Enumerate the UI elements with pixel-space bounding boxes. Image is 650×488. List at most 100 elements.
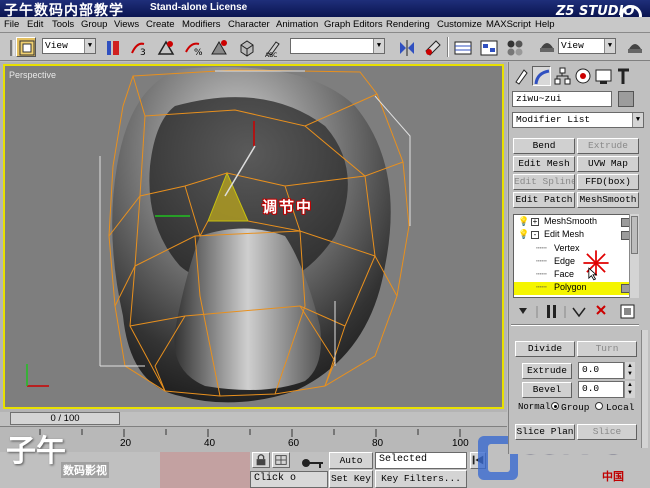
normal-group-radio[interactable] (551, 402, 559, 410)
layer-manager-icon[interactable] (452, 37, 472, 57)
spinner-snap-icon[interactable] (236, 37, 256, 57)
create-tab-icon[interactable] (512, 66, 531, 86)
mirror-icon[interactable] (396, 37, 416, 57)
menu-character[interactable]: Character (228, 19, 270, 30)
menu-create[interactable]: Create (146, 19, 175, 30)
stack-subobject-face[interactable]: ┄┄ Face (514, 269, 636, 282)
render-scene-icon[interactable] (536, 37, 556, 57)
bind-space-warp-icon[interactable]: % (182, 37, 203, 58)
selection-filter-combo[interactable]: View ▼ (42, 38, 96, 54)
absolute-mode-icon[interactable] (272, 452, 290, 468)
menu-views[interactable]: Views (114, 19, 139, 30)
motion-tab-icon[interactable] (574, 66, 593, 86)
named-selection-combo[interactable]: ▼ (290, 38, 385, 54)
hierarchy-tab-icon[interactable] (553, 66, 572, 86)
modifier-list-combo[interactable]: Modifier List ▼ (512, 112, 644, 128)
normal-local-label[interactable]: Local (606, 402, 635, 413)
collapse-icon[interactable]: - (531, 231, 539, 239)
text-edit-icon[interactable]: ABC (262, 37, 282, 59)
watermark-left-title: 子午 (6, 434, 66, 469)
uvw-map-button[interactable]: UVW Map (577, 156, 639, 172)
material-editor-icon[interactable] (504, 37, 524, 57)
reference-coord-combo[interactable]: View ▼ (558, 38, 616, 54)
select-link-icon[interactable]: 3 (128, 37, 148, 58)
turn-button[interactable]: Turn (577, 341, 637, 357)
slice-button[interactable]: Slice (577, 424, 637, 440)
perspective-viewport[interactable]: Perspective (3, 64, 504, 409)
align-icon[interactable] (422, 37, 442, 57)
expand-icon[interactable]: + (531, 218, 539, 226)
stack-scrollbar[interactable] (629, 214, 639, 298)
prompt-line: Click o (250, 471, 328, 488)
edit-patch-button[interactable]: Edit Patch (513, 192, 575, 208)
modifier-stack[interactable]: 💡 + MeshSmooth 💡 - Edit Mesh ┄┄ Vertex ┄… (513, 214, 637, 298)
normal-local-radio[interactable] (595, 402, 603, 410)
select-object-icon[interactable] (16, 37, 36, 57)
menu-modifiers[interactable]: Modifiers (182, 19, 221, 30)
license-label: Stand-alone License (150, 2, 248, 13)
stack-tools (513, 302, 639, 322)
panel-scrollbar[interactable] (641, 330, 648, 448)
stack-item-edit-mesh[interactable]: 💡 - Edit Mesh (514, 229, 636, 242)
bend-button[interactable]: Bend (513, 138, 575, 154)
viewport-label[interactable]: Perspective (9, 70, 56, 80)
utilities-tab-icon[interactable] (614, 66, 633, 86)
auto-key-button[interactable]: Auto Key (329, 452, 373, 481)
mini-listener[interactable] (160, 452, 250, 488)
edit-spline-button[interactable]: Edit Spline (513, 174, 575, 190)
stack-subobject-polygon[interactable]: ┄┄ Polygon (514, 282, 636, 295)
slice-plane-button[interactable]: Slice Plan (515, 424, 575, 440)
chevron-down-icon: ▼ (632, 113, 643, 127)
extrude-spinner[interactable]: ▲ ▼ (624, 362, 635, 379)
menu-tools[interactable]: Tools (52, 19, 74, 30)
unlink-icon[interactable] (155, 37, 175, 57)
stack-scroll-thumb[interactable] (631, 216, 638, 254)
snap-icon[interactable] (208, 37, 228, 57)
key-mode-combo[interactable]: Selected (375, 452, 467, 469)
meshsmooth-button[interactable]: MeshSmooth (577, 192, 639, 208)
ffd-box-button[interactable]: FFD(box) (577, 174, 639, 190)
extrude-button[interactable]: Extrude (522, 363, 572, 379)
stack-item-meshsmooth[interactable]: 💡 + MeshSmooth (514, 216, 636, 229)
edit-mesh-button[interactable]: Edit Mesh (513, 156, 575, 172)
curve-editor-icon[interactable] (478, 37, 498, 57)
bevel-amount-field[interactable]: 0.0 (578, 381, 624, 398)
key-filters-button[interactable]: Key Filters... (375, 470, 467, 488)
mesh-render (26, 66, 411, 403)
time-slider-thumb[interactable]: 0 / 100 (10, 412, 120, 425)
menu-customize[interactable]: Customize (437, 19, 482, 30)
set-key-button[interactable]: Set Key (329, 470, 373, 488)
object-color-swatch[interactable] (618, 91, 634, 107)
bevel-spinner[interactable]: ▲ ▼ (624, 381, 635, 398)
menu-file[interactable]: File (4, 19, 19, 30)
menu-graph-editors[interactable]: Graph Editors (324, 19, 383, 30)
stack-item-label: Edit Mesh (544, 229, 585, 239)
menu-animation[interactable]: Animation (276, 19, 318, 30)
display-tab-icon[interactable] (594, 66, 613, 86)
object-name-field[interactable]: ziwu~zui (512, 91, 612, 107)
select-by-name-icon[interactable] (102, 37, 122, 57)
menu-group[interactable]: Group (81, 19, 107, 30)
time-slider[interactable]: 0 / 100 (0, 412, 507, 426)
stack-subobject-edge[interactable]: ┄┄ Edge (514, 256, 636, 269)
object-name-value: ziwu~zui (516, 93, 562, 104)
normal-group-label[interactable]: Group (561, 402, 590, 413)
stack-subobject-vertex[interactable]: ┄┄ Vertex (514, 243, 636, 256)
menu-maxscript[interactable]: MAXScript (486, 19, 531, 30)
modify-tab-icon[interactable] (532, 66, 551, 86)
menu-edit[interactable]: Edit (27, 19, 43, 30)
quick-render-icon[interactable] (624, 37, 644, 57)
chevron-down-icon: ▼ (604, 39, 615, 53)
mouse-cursor-icon (588, 267, 598, 281)
key-icon[interactable] (300, 456, 326, 470)
divide-button[interactable]: Divide (515, 341, 575, 357)
stack-item-label: MeshSmooth (544, 216, 598, 226)
lock-selection-icon[interactable] (252, 452, 270, 468)
extrude-modifier-button[interactable]: Extrude (577, 138, 639, 154)
menu-help[interactable]: Help (535, 19, 555, 30)
bevel-button[interactable]: Bevel (522, 382, 572, 398)
extrude-amount-field[interactable]: 0.0 (578, 362, 624, 379)
bulb-icon[interactable]: 💡 (518, 229, 529, 240)
menu-rendering[interactable]: Rendering (386, 19, 430, 30)
bulb-icon[interactable]: 💡 (518, 216, 529, 227)
